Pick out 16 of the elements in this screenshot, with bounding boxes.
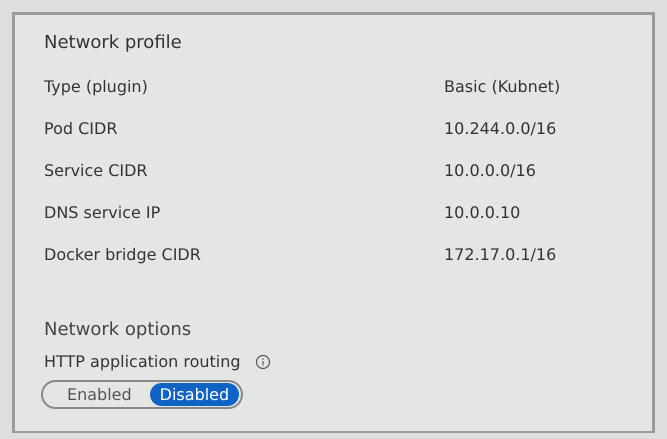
property-label: Type (plugin): [44, 76, 149, 96]
section-title: Network profile: [44, 32, 183, 53]
property-label: Pod CIDR: [44, 118, 118, 138]
property-label: Service CIDR: [44, 160, 149, 180]
toggle-option[interactable]: Disabled: [150, 383, 240, 406]
option-label: HTTP application routing: [44, 352, 241, 371]
property-value: 10.244.0.0/16: [444, 118, 556, 138]
section-title: Network options: [44, 319, 192, 340]
property-value: 10.0.0.10: [444, 202, 520, 222]
property-label: Docker bridge CIDR: [44, 244, 202, 264]
toggle-option[interactable]: Enabled: [57, 383, 142, 406]
info-icon[interactable]: [254, 354, 271, 370]
property-value: 172.17.0.1/16: [444, 244, 556, 264]
property-label: DNS service IP: [44, 202, 162, 222]
property-value: Basic (Kubnet): [444, 76, 560, 96]
property-value: 10.0.0.0/16: [444, 160, 536, 180]
